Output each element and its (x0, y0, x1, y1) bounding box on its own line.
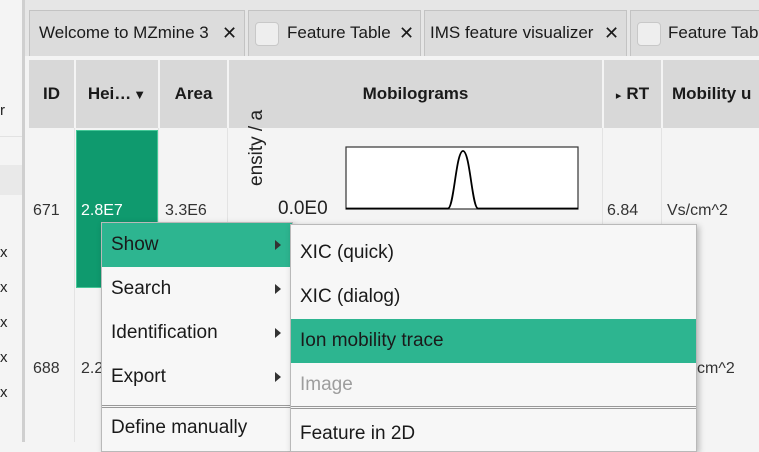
tab-welcome[interactable]: Welcome to MZmine 3 ✕ (29, 10, 245, 56)
cell-height[interactable]: 2.2 (81, 360, 103, 378)
column-header-id[interactable]: ID (29, 60, 74, 128)
submenu-arrow-icon (275, 372, 281, 382)
left-panel-item[interactable]: x (0, 349, 8, 366)
column-header-mobilograms[interactable]: Mobilograms (229, 60, 602, 128)
header-label: Area (174, 84, 213, 103)
left-panel-item[interactable]: x (0, 279, 8, 296)
menu-item-feature-in-2d[interactable]: Feature in 2D (291, 412, 696, 451)
menu-item-xic-dialog[interactable]: XIC (dialog) (291, 275, 696, 319)
expand-arrow-icon: ▸ (615, 90, 622, 102)
submenu-arrow-icon (275, 240, 281, 250)
header-label: RT (626, 84, 650, 103)
cell-id[interactable]: 688 (33, 360, 60, 378)
divider (74, 128, 75, 442)
tab-ims-feature-visualizer[interactable]: IMS feature visualizer ✕ (424, 10, 627, 56)
menu-item-label: Feature in 2D (300, 423, 416, 444)
header-label: Mobilograms (362, 84, 469, 103)
header-label: ID (43, 84, 60, 103)
menu-item-label: Export (111, 366, 166, 387)
tab-label: IMS feature visualizer (430, 23, 594, 42)
tab-label: Welcome to MZmine 3 (39, 23, 209, 42)
menu-item-label: Show (111, 234, 159, 255)
sort-descending-icon: ▼ (133, 87, 147, 102)
menu-item-xic-quick[interactable]: XIC (quick) (291, 231, 696, 275)
close-icon[interactable]: ✕ (604, 11, 619, 55)
tab-label: Feature Tab (668, 23, 759, 42)
menu-item-image: Image (291, 363, 696, 407)
left-panel-item[interactable]: x (0, 384, 8, 401)
menu-item-label: Ion mobility trace (300, 330, 444, 351)
menu-item-label: Search (111, 278, 172, 299)
menu-item-label: XIC (dialog) (300, 286, 401, 307)
submenu-arrow-icon (275, 284, 281, 294)
cell-height[interactable]: 2.8E7 (81, 202, 123, 220)
cell-area[interactable]: 3.3E6 (165, 202, 207, 220)
column-header-height[interactable]: Hei… ▼ (76, 60, 158, 128)
menu-item-label: Define manually (111, 417, 248, 438)
left-panel-item[interactable]: r (0, 102, 5, 119)
menu-item-identification[interactable]: Identification (102, 311, 292, 355)
menu-item-label: Image (300, 374, 353, 395)
menu-item-ion-mobility-trace[interactable]: Ion mobility trace (291, 319, 696, 363)
context-menu: Show Search Identification Export Define… (101, 222, 293, 452)
column-header-rt[interactable]: ▸ RT (604, 60, 661, 128)
show-submenu: XIC (quick) XIC (dialog) Ion mobility tr… (290, 224, 697, 452)
divider (0, 136, 22, 137)
tab-feature-table[interactable]: Feature Table ✕ (248, 10, 421, 56)
cell-mobility[interactable]: Vs/cm^2 (667, 202, 728, 220)
left-side-panel: r x x x x x (0, 0, 22, 442)
menu-item-label: XIC (quick) (300, 242, 394, 263)
menu-item-show[interactable]: Show (102, 223, 292, 267)
mobilogram-trace (345, 146, 579, 210)
close-icon[interactable]: ✕ (222, 11, 237, 55)
menu-item-search[interactable]: Search (102, 267, 292, 311)
tab-label: Feature Table (287, 23, 391, 42)
left-panel-row[interactable] (0, 165, 22, 195)
mobilogram-plot[interactable]: ensity / a 0.0E0 (234, 110, 598, 224)
left-panel-item[interactable]: x (0, 244, 8, 261)
close-icon[interactable]: ✕ (399, 11, 414, 55)
tab-feature-table-2[interactable]: Feature Tab (630, 10, 759, 56)
column-header-area[interactable]: Area (160, 60, 227, 128)
cell-mobility[interactable]: cm^2 (697, 360, 735, 378)
menu-item-label: Identification (111, 322, 218, 343)
submenu-arrow-icon (275, 328, 281, 338)
menu-item-export[interactable]: Export (102, 355, 292, 399)
table-icon (637, 22, 661, 46)
cell-rt[interactable]: 6.84 (607, 202, 638, 220)
left-panel-item[interactable]: x (0, 314, 8, 331)
cell-id[interactable]: 671 (33, 202, 60, 220)
column-header-mobility[interactable]: Mobility u (663, 60, 759, 128)
header-label: Mobility u (672, 84, 752, 103)
menu-item-define-manually[interactable]: Define manually (102, 406, 292, 450)
menu-separator (291, 406, 696, 409)
table-icon (255, 22, 279, 46)
header-label: Hei… (87, 84, 132, 103)
